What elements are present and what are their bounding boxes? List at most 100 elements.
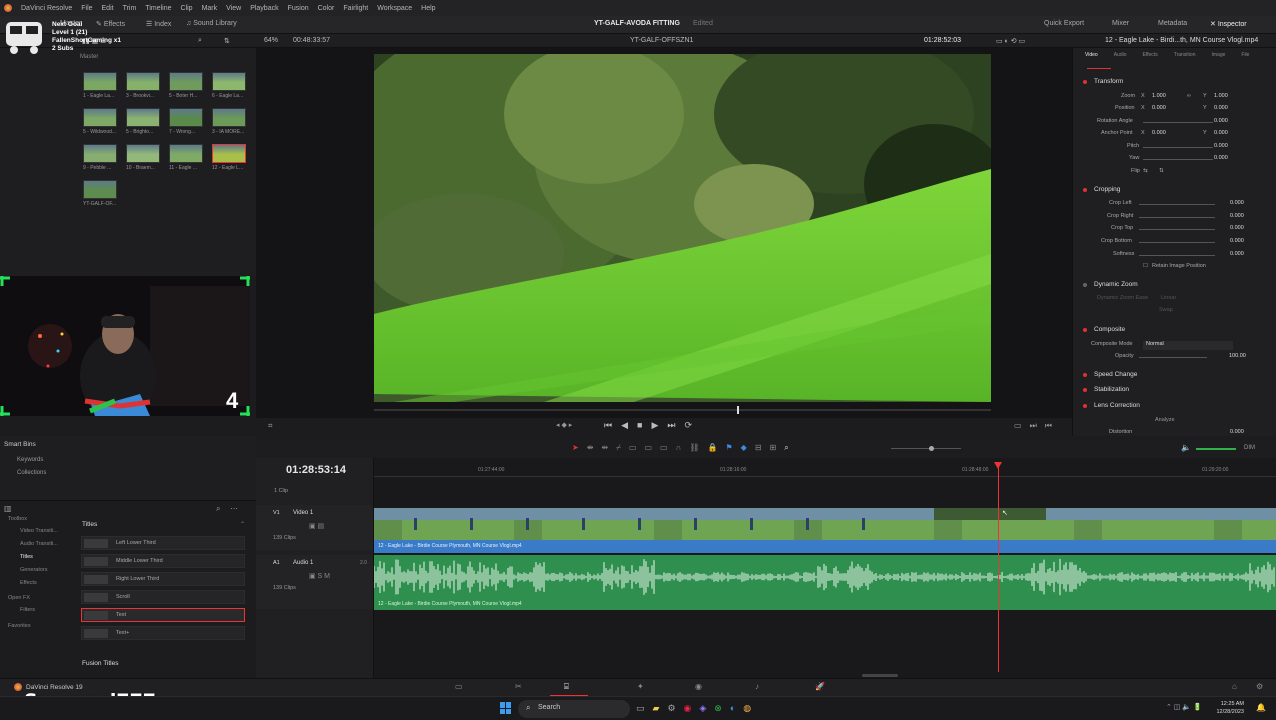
menu-fairlight[interactable]: Fairlight <box>343 5 368 12</box>
lens-correction-title[interactable]: Lens Correction <box>1094 402 1140 409</box>
settings-app-icon[interactable]: ⚙ <box>667 703 675 714</box>
title-effect-item[interactable]: Left Lower Third <box>81 536 245 550</box>
speaker-icon[interactable]: 🔈 <box>1181 443 1191 452</box>
home-icon[interactable]: ⌂ <box>1232 682 1237 691</box>
flag-icon[interactable]: ⚑ <box>725 443 732 453</box>
step-back-icon[interactable]: ◀ <box>621 420 628 431</box>
crop-bottom-slider[interactable] <box>1139 242 1215 243</box>
taskbar-search[interactable]: ⌕ Search <box>518 700 630 718</box>
menu-edit[interactable]: Edit <box>102 5 114 12</box>
file-explorer-icon[interactable]: ▰ <box>653 703 660 714</box>
start-icon[interactable] <box>500 702 512 714</box>
anchor-y-field[interactable]: 0.000 <box>1214 130 1228 136</box>
track-lock-icon[interactable]: ▣ ▤ <box>309 522 324 530</box>
playhead-handle[interactable] <box>994 462 1002 469</box>
snapping-icon[interactable]: ∩ <box>676 443 682 453</box>
media-clip-thumbnail[interactable] <box>83 180 117 199</box>
media-clip-thumbnail[interactable] <box>126 72 160 91</box>
stabilization-title[interactable]: Stabilization <box>1094 386 1129 393</box>
media-clip-thumbnail[interactable] <box>212 144 246 163</box>
tab-effects[interactable]: Effects <box>1143 52 1158 58</box>
rotation-field[interactable]: 0.000 <box>1214 118 1228 124</box>
mixer-button[interactable]: Mixer <box>1112 20 1129 27</box>
discord-icon[interactable]: ◈ <box>699 703 706 714</box>
video-track-name[interactable]: Video 1 <box>293 510 313 516</box>
crop-tool-icon[interactable]: ⌗ <box>268 421 273 431</box>
skip-to-end-icon[interactable]: ⏭ <box>667 420 675 431</box>
video-clip-bar[interactable]: 12 - Eagle Lake - Birdie Course Plymouth… <box>374 540 1276 553</box>
zoom-custom-icon[interactable]: ⌕ <box>784 443 788 453</box>
pitch-slider[interactable] <box>1143 147 1213 148</box>
effects-tree-item[interactable]: Video Transiti... <box>20 528 58 534</box>
volume-slider[interactable] <box>1196 448 1236 450</box>
distortion-field[interactable]: 0.000 <box>1230 429 1244 435</box>
analyze-button[interactable]: Analyze <box>1155 417 1175 423</box>
crop-top-field[interactable]: 0.000 <box>1230 225 1244 231</box>
match-frame-icon[interactable]: ▭ <box>1014 421 1022 431</box>
davinci-taskbar-icon[interactable]: ◍ <box>743 703 751 714</box>
xbox-icon[interactable]: ⊗ <box>714 703 722 714</box>
yaw-slider[interactable] <box>1143 159 1213 160</box>
trim-tool-icon[interactable]: ⇼ <box>587 443 594 453</box>
effects-tree-item[interactable]: Titles <box>20 554 33 560</box>
crop-top-slider[interactable] <box>1139 229 1215 230</box>
tab-audio[interactable]: Audio <box>1114 52 1127 58</box>
collapse-icon[interactable]: ⌃ <box>240 521 245 528</box>
effects-options-icon[interactable]: ⋯ <box>230 504 238 513</box>
effects-tree-item[interactable]: Open FX <box>8 595 30 601</box>
title-effect-item[interactable]: Text+ <box>81 626 245 640</box>
edge-icon[interactable]: ◐ <box>730 703 735 714</box>
viewer-options-icon[interactable]: ▭ ◐ ⟲ ▭ <box>996 37 1025 45</box>
jog-control-icon[interactable]: ◂ ◆ ▸ <box>556 421 572 429</box>
metadata-button[interactable]: Metadata <box>1158 20 1187 27</box>
link-icon[interactable]: ∞ <box>1187 93 1191 99</box>
title-effect-item[interactable]: Text <box>81 608 245 622</box>
softness-slider[interactable] <box>1139 255 1215 256</box>
composite-enable-dot[interactable] <box>1083 328 1087 332</box>
lens-correction-enable-dot[interactable] <box>1083 404 1087 408</box>
sort-icon[interactable]: ⇅ <box>224 37 230 45</box>
media-clip-thumbnail[interactable] <box>169 144 203 163</box>
menu-timeline[interactable]: Timeline <box>145 5 171 12</box>
menu-playback[interactable]: Playback <box>250 5 278 12</box>
quick-export-button[interactable]: Quick Export <box>1044 20 1084 27</box>
menu-trim[interactable]: Trim <box>123 5 137 12</box>
effects-tree-item[interactable]: Effects <box>20 580 37 586</box>
zoom-x-field[interactable]: 1.000 <box>1152 93 1166 99</box>
timeline-zoom-handle[interactable] <box>929 446 934 451</box>
tab-file[interactable]: File <box>1241 52 1249 58</box>
panel-toggle-icon[interactable]: ▥ <box>4 504 12 513</box>
speed-change-title[interactable]: Speed Change <box>1094 371 1137 378</box>
menu-color[interactable]: Color <box>318 5 335 12</box>
inspector-button[interactable]: ✕ Inspector <box>1210 20 1247 28</box>
effects-tree-item[interactable]: Favorites <box>8 623 31 629</box>
crop-left-slider[interactable] <box>1139 204 1215 205</box>
index-button[interactable]: ☰ Index <box>146 20 171 28</box>
retain-image-position-checkbox[interactable]: ☐ <box>1143 263 1148 269</box>
dynamic-zoom-swap-button[interactable]: Swap <box>1159 307 1173 313</box>
effects-tree-item[interactable]: Generators <box>20 567 48 573</box>
tray-icons[interactable]: ⌃ ◫ 🔈 🔋 <box>1166 703 1202 711</box>
sound-library-button[interactable]: ♫ Sound Library <box>186 20 237 27</box>
audio-solo-mute-icon[interactable]: ▣ S M <box>309 572 330 580</box>
softness-field[interactable]: 0.000 <box>1230 251 1244 257</box>
timeline-zoom-slider[interactable] <box>891 446 961 451</box>
tab-transition[interactable]: Transition <box>1174 52 1196 58</box>
effects-tree-item[interactable]: Filters <box>20 607 35 613</box>
title-effect-item[interactable]: Middle Lower Third <box>81 554 245 568</box>
media-clip-thumbnail[interactable] <box>126 144 160 163</box>
chrome-icon[interactable]: ◉ <box>684 703 692 714</box>
cropping-enable-dot[interactable] <box>1083 188 1087 192</box>
deliver-page-icon[interactable]: 🚀 <box>815 682 825 691</box>
media-clip-thumbnail[interactable] <box>212 108 246 127</box>
transform-title[interactable]: Transform <box>1094 78 1123 85</box>
title-effect-item[interactable]: Right Lower Third <box>81 572 245 586</box>
smart-bin-collections[interactable]: Collections <box>17 470 46 476</box>
flip-vertical-icon[interactable]: ⇅ <box>1159 168 1164 174</box>
menu-davinci-resolve[interactable]: DaVinci Resolve <box>21 5 72 12</box>
overwrite-clip-icon[interactable]: ▭ <box>644 443 652 453</box>
menu-help[interactable]: Help <box>421 5 435 12</box>
menu-file[interactable]: File <box>81 5 92 12</box>
menu-clip[interactable]: Clip <box>181 5 193 12</box>
title-effect-item[interactable]: Scroll <box>81 590 245 604</box>
